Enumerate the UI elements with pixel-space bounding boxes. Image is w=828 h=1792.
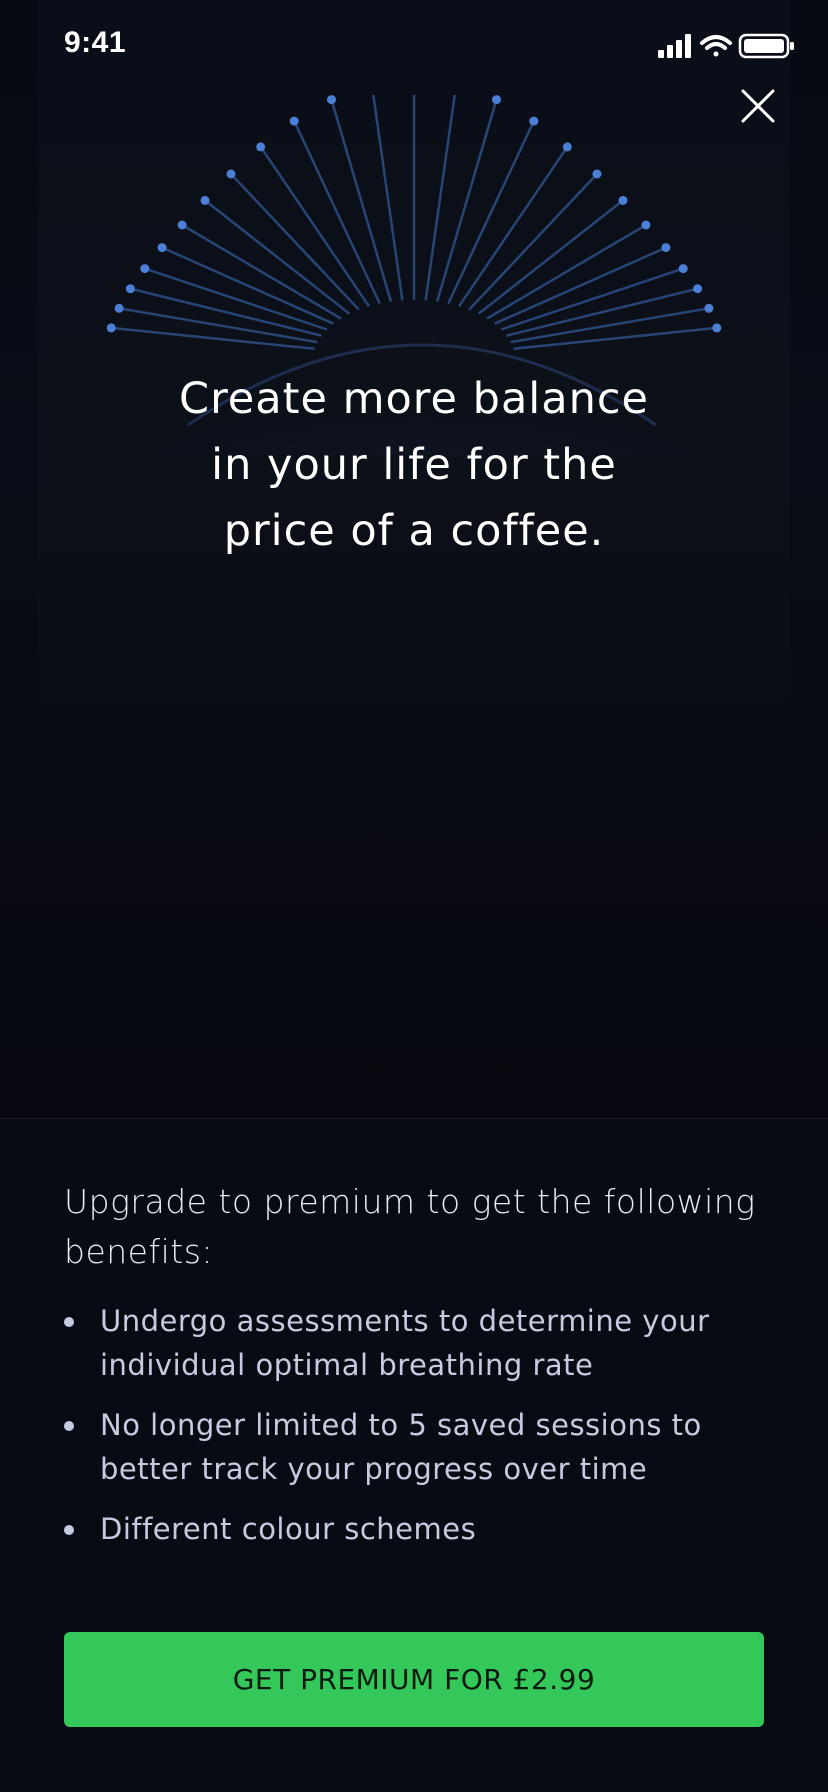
- hero-section: 9:41 Create more balance in your life fo…: [0, 0, 828, 1118]
- wave-ray: [181, 223, 342, 320]
- benefit-text: No longer limited to 5 saved sessions to…: [100, 1408, 702, 1486]
- benefits-intro: Upgrade to premium to get the following …: [64, 1182, 756, 1271]
- benefit-text: Undergo assessments to determine your in…: [100, 1304, 710, 1382]
- wave-ray: [486, 223, 647, 320]
- wave-ray: [293, 120, 381, 305]
- wave-dot: [562, 142, 572, 152]
- close-icon: [741, 89, 775, 123]
- wave-ray: [230, 173, 360, 311]
- wave-dot: [177, 220, 187, 230]
- wave-ray: [435, 99, 498, 302]
- wave-dot: [106, 323, 116, 333]
- wave-ray: [372, 95, 404, 301]
- benefit-text: Different colour schemes: [100, 1512, 477, 1546]
- wave-dot: [618, 195, 628, 205]
- wave-dot: [592, 169, 602, 179]
- wave-dot: [529, 116, 539, 126]
- get-premium-label: GET PREMIUM FOR £2.99: [232, 1663, 596, 1696]
- wave-ray: [424, 95, 456, 301]
- wave-ray: [161, 246, 334, 325]
- headline-line: in your life for the: [211, 440, 617, 490]
- wave-ray: [468, 173, 598, 311]
- wave-dot: [157, 243, 167, 253]
- wave-dot: [256, 142, 266, 152]
- list-item: No longer limited to 5 saved sessions to…: [64, 1403, 764, 1491]
- cellular-signal-icon: [658, 34, 691, 58]
- battery-icon: [738, 33, 794, 59]
- status-time: 9:41: [64, 26, 127, 59]
- wave-ray: [118, 307, 318, 344]
- wave-dot: [492, 95, 501, 105]
- wave-dot: [289, 116, 299, 126]
- premium-upgrade-screen: 9:41 Create more balance in your life fo…: [0, 0, 828, 1792]
- wave-dot: [678, 264, 688, 274]
- wave-dot: [327, 95, 336, 105]
- wave-dot: [704, 303, 714, 313]
- wave-dot: [125, 284, 135, 294]
- get-premium-button[interactable]: GET PREMIUM FOR £2.99: [64, 1632, 764, 1727]
- headline-line: price of a coffee.: [223, 506, 605, 556]
- wave-dot: [226, 169, 236, 179]
- list-item: Undergo assessments to determine your in…: [64, 1299, 764, 1387]
- wave-dot: [693, 284, 703, 294]
- wave-ray: [330, 99, 393, 302]
- benefit-list: Undergo assessments to determine your in…: [64, 1299, 764, 1567]
- status-icons: [658, 33, 794, 59]
- wave-dot: [661, 243, 671, 253]
- bullet-icon: [64, 1525, 74, 1535]
- wave-dot: [641, 220, 651, 230]
- wave-dot: [200, 195, 210, 205]
- wifi-icon: [700, 35, 732, 57]
- list-item: Different colour schemes: [64, 1507, 764, 1551]
- wave-dot: [114, 303, 124, 313]
- wave-dot: [140, 264, 150, 274]
- page-title: Create more balance in your life for the…: [114, 366, 714, 564]
- close-button[interactable]: [728, 76, 788, 136]
- wave-ray: [447, 120, 535, 305]
- wave-dot: [712, 323, 722, 333]
- headline-line: Create more balance: [179, 374, 649, 424]
- status-bar: 9:41: [0, 0, 828, 92]
- bullet-icon: [64, 1421, 74, 1431]
- wave-ray: [494, 246, 667, 325]
- bullet-icon: [64, 1317, 74, 1327]
